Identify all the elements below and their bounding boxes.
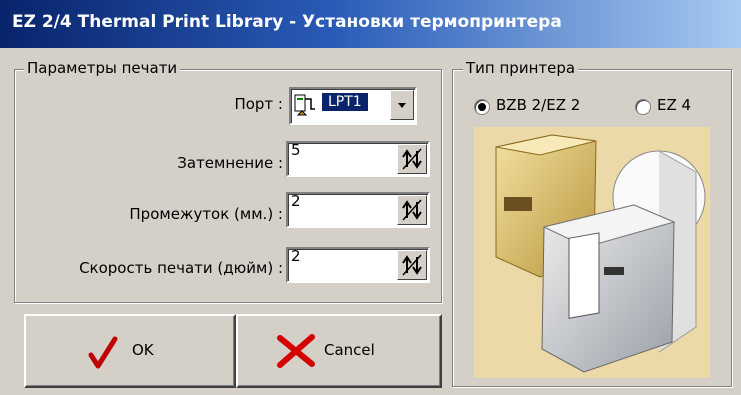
printer-image bbox=[474, 127, 710, 378]
darkness-spinner[interactable] bbox=[397, 144, 427, 174]
chevron-down-icon bbox=[398, 103, 406, 108]
printer-option-bzb2-ez2-label[interactable]: BZB 2/EZ 2 bbox=[496, 96, 580, 114]
spin-arrows-icon bbox=[402, 199, 422, 221]
gap-field[interactable]: 2 bbox=[286, 192, 430, 228]
gap-value: 2 bbox=[291, 192, 301, 210]
darkness-field[interactable]: 5 bbox=[286, 141, 430, 177]
ok-button[interactable]: OK bbox=[24, 314, 236, 388]
speed-spinner[interactable] bbox=[397, 250, 427, 280]
speed-label: Скорость печати (дюйм) : bbox=[79, 259, 283, 277]
cross-icon bbox=[277, 334, 315, 368]
ok-label: OK bbox=[132, 341, 154, 359]
gap-label: Промежуток (мм.) : bbox=[129, 205, 283, 223]
port-value: LPT1 bbox=[321, 92, 369, 112]
gap-spinner[interactable] bbox=[397, 195, 427, 225]
radio-selected-dot bbox=[478, 103, 486, 111]
cancel-button[interactable]: Cancel bbox=[236, 314, 442, 388]
window-title: EZ 2/4 Thermal Print Library - Установки… bbox=[12, 12, 562, 32]
spin-arrows-icon bbox=[402, 254, 422, 276]
printer-radio-bzb2-ez2[interactable] bbox=[474, 99, 490, 115]
darkness-label: Затемнение : bbox=[177, 154, 283, 172]
speed-value: 2 bbox=[291, 247, 301, 265]
printer-type-legend: Тип принтера bbox=[463, 59, 579, 77]
port-icon bbox=[293, 91, 319, 117]
port-dropdown-button[interactable] bbox=[390, 90, 414, 120]
spin-arrows-icon bbox=[402, 148, 422, 170]
checkmark-icon bbox=[88, 336, 118, 369]
port-label: Порт : bbox=[234, 95, 283, 113]
printer-radio-ez4[interactable] bbox=[635, 99, 651, 115]
title-bar[interactable]: EZ 2/4 Thermal Print Library - Установки… bbox=[0, 0, 741, 48]
darkness-value: 5 bbox=[291, 141, 301, 159]
port-select[interactable]: LPT1 bbox=[289, 87, 417, 125]
cancel-label: Cancel bbox=[324, 341, 375, 359]
printer-option-ez4-label[interactable]: EZ 4 bbox=[657, 96, 691, 114]
print-params-legend: Параметры печати bbox=[24, 59, 181, 77]
speed-field[interactable]: 2 bbox=[286, 247, 430, 283]
